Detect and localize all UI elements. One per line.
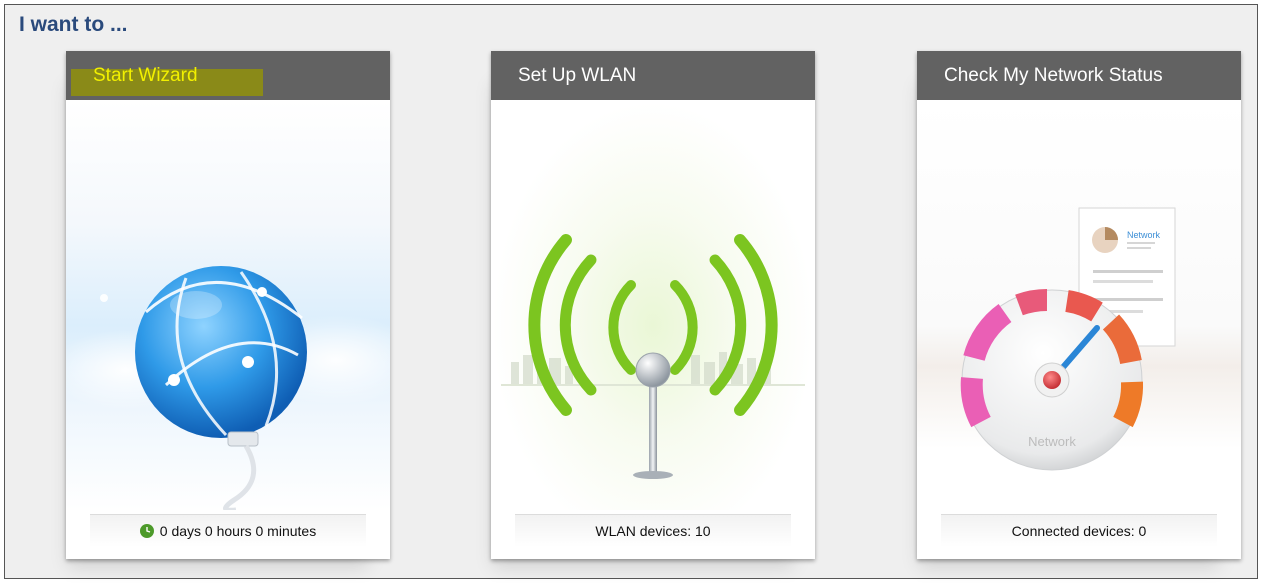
wlan-devices-status: WLAN devices: 10 bbox=[515, 514, 791, 547]
page-title: I want to ... bbox=[19, 13, 128, 36]
connected-devices-status: Connected devices: 0 bbox=[941, 514, 1217, 547]
wlan-devices-text: WLAN devices: 10 bbox=[595, 523, 711, 539]
connected-devices-text: Connected devices: 0 bbox=[1011, 523, 1147, 539]
card-illustration bbox=[491, 100, 815, 510]
gauge-label: Network bbox=[1028, 434, 1076, 449]
card-illustration bbox=[66, 100, 390, 510]
card-illustration: Network Network bbox=[917, 100, 1241, 510]
card-header: Set Up WLAN bbox=[491, 51, 815, 100]
network-gauge-icon: Network Network bbox=[960, 207, 1176, 471]
set-up-wlan-card[interactable]: Set Up WLAN WLAN devices: 10 bbox=[491, 51, 815, 559]
start-wizard-card[interactable]: Start Wizard 0 days 0 hours 0 minutes bbox=[66, 51, 390, 559]
report-label: Network bbox=[1127, 230, 1161, 240]
check-network-status-card[interactable]: Check My Network Status Network Network … bbox=[917, 51, 1241, 559]
set-up-wlan-title[interactable]: Set Up WLAN bbox=[518, 65, 636, 87]
globe-icon bbox=[66, 266, 390, 510]
card-header: Start Wizard bbox=[66, 51, 390, 100]
uptime-text: 0 days 0 hours 0 minutes bbox=[159, 523, 317, 539]
uptime-status: 0 days 0 hours 0 minutes bbox=[90, 514, 366, 547]
clock-icon bbox=[139, 524, 154, 538]
wlan-antenna-icon bbox=[501, 234, 805, 479]
start-wizard-title[interactable]: Start Wizard bbox=[93, 65, 198, 87]
main-panel: I want to ... Start Wizard 0 days 0 hour… bbox=[4, 4, 1258, 579]
card-header: Check My Network Status bbox=[917, 51, 1241, 100]
check-network-status-title[interactable]: Check My Network Status bbox=[944, 65, 1163, 87]
